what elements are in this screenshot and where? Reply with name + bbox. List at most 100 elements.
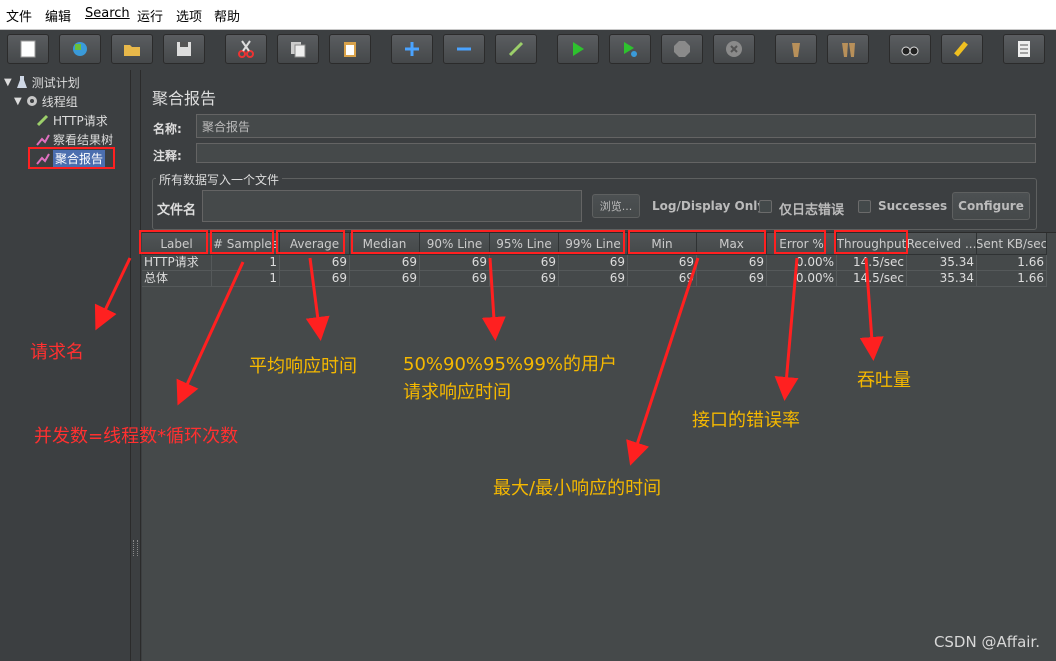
expand-icon: [405, 42, 419, 56]
table-cell: 69: [628, 255, 697, 271]
table-cell: 0.00%: [767, 255, 837, 271]
reset-search-button[interactable]: [941, 34, 983, 64]
successes-checkbox[interactable]: [858, 200, 871, 213]
table-cell: 1.66: [977, 271, 1047, 287]
toolbar: [0, 31, 1056, 68]
configure-button[interactable]: Configure: [952, 192, 1030, 220]
clear-all-button[interactable]: [827, 34, 869, 64]
page-title: 聚合报告: [152, 89, 217, 108]
highlight-min-max-columns: [628, 230, 766, 254]
highlight-tree-aggregate-report: [28, 147, 115, 169]
expand-arrow-icon[interactable]: ▼: [14, 96, 22, 107]
tree-node-view-results-tree[interactable]: 察看结果树: [36, 130, 113, 148]
menu-file[interactable]: 文件: [6, 6, 32, 25]
save-icon: [177, 42, 191, 56]
toggle-icon: [508, 41, 524, 57]
save-button[interactable]: [163, 34, 205, 64]
column-header-received[interactable]: Received ...: [907, 233, 977, 255]
expand-all-button[interactable]: [391, 34, 433, 64]
menu-options[interactable]: 选项: [176, 6, 202, 25]
start-no-pause-icon: [624, 42, 637, 57]
clear-icon: [792, 43, 800, 57]
annotation-average: 平均响应时间: [249, 356, 357, 377]
annotation-percentiles-1: 50%90%95%99%的用户: [403, 354, 618, 375]
tree-node-http-request[interactable]: HTTP请求: [36, 111, 108, 129]
clear-button[interactable]: [775, 34, 817, 64]
menu-help[interactable]: 帮助: [214, 6, 240, 25]
reset-search-icon: [954, 41, 968, 57]
expand-arrow-icon[interactable]: ▼: [4, 77, 12, 88]
watermark: CSDN @Affair.: [933, 633, 1040, 651]
cut-button[interactable]: [225, 34, 267, 64]
annotation-throughput: 吞吐量: [857, 370, 911, 391]
table-cell: 69: [280, 255, 350, 271]
table-cell: 69: [280, 271, 350, 287]
table-cell: 69: [559, 271, 628, 287]
column-header-sent[interactable]: Sent KB/sec: [977, 233, 1047, 255]
shutdown-button[interactable]: [713, 34, 755, 64]
search-button[interactable]: [889, 34, 931, 64]
menu-run[interactable]: 运行: [137, 6, 163, 25]
annotation-percentiles-2: 请求响应时间: [403, 382, 511, 403]
highlight-average-column: [276, 230, 345, 254]
results-table: Label # Samples Average Median 90% Line …: [142, 232, 1056, 661]
errors-checkbox[interactable]: [759, 200, 772, 213]
comment-label: 注释:: [153, 149, 182, 163]
name-field[interactable]: 聚合报告: [196, 114, 1036, 138]
collapse-all-button[interactable]: [443, 34, 485, 64]
table-cell: 69: [350, 255, 420, 271]
table-cell: 1: [212, 271, 280, 287]
new-icon: [20, 40, 36, 58]
menu-edit[interactable]: 编辑: [45, 6, 71, 25]
name-label: 名称:: [153, 122, 182, 136]
start-no-pause-button[interactable]: [609, 34, 651, 64]
table-cell: 69: [697, 255, 767, 271]
start-icon: [573, 42, 584, 56]
splitter-grip[interactable]: [133, 540, 138, 556]
tree-node-test-plan[interactable]: ▼ 测试计划: [4, 73, 80, 91]
table-cell: 69: [628, 271, 697, 287]
menu-search[interactable]: Search: [85, 6, 130, 21]
open-button[interactable]: [111, 34, 153, 64]
toggle-button[interactable]: [495, 34, 537, 64]
function-helper-button[interactable]: [1003, 34, 1045, 64]
table-cell: 69: [490, 271, 559, 287]
table-cell: 0.00%: [767, 271, 837, 287]
filename-field[interactable]: [202, 190, 582, 222]
table-cell: 14.5/sec: [837, 271, 907, 287]
stop-button[interactable]: [661, 34, 703, 64]
table-cell: 1: [212, 255, 280, 271]
tree-node-thread-group[interactable]: ▼ 线程组: [14, 92, 78, 110]
search-icon: [901, 46, 919, 56]
table-cell: 69: [350, 271, 420, 287]
table-cell: 69: [420, 271, 490, 287]
test-plan-icon: [16, 76, 27, 88]
table-cell: 1.66: [977, 255, 1047, 271]
paste-icon: [344, 42, 356, 57]
table-cell: HTTP请求: [142, 255, 212, 271]
gear-icon: [26, 96, 37, 106]
browse-button[interactable]: 浏览...: [592, 194, 640, 218]
stop-icon: [674, 41, 690, 57]
shutdown-icon: [726, 41, 742, 57]
templates-icon: [73, 42, 87, 56]
clear-all-icon: [842, 43, 855, 57]
cut-icon: [238, 40, 254, 58]
highlight-samples-column: [210, 230, 274, 254]
panel-splitter[interactable]: [131, 70, 141, 661]
annotation-min-max: 最大/最小响应的时间: [493, 478, 662, 499]
table-cell: 总体: [142, 271, 212, 287]
errors-checkbox-label: 仅日志错误: [779, 203, 845, 218]
filename-label: 文件名: [157, 203, 197, 218]
templates-button[interactable]: [59, 34, 101, 64]
table-cell: 69: [697, 271, 767, 287]
copy-icon: [291, 42, 306, 58]
start-button[interactable]: [557, 34, 599, 64]
comment-field[interactable]: [196, 143, 1036, 163]
annotation-error-rate: 接口的错误率: [692, 410, 800, 431]
successes-checkbox-label: Successes: [878, 199, 948, 213]
new-button[interactable]: [7, 34, 49, 64]
paste-button[interactable]: [329, 34, 371, 64]
file-group-title: 所有数据写入一个文件: [156, 171, 283, 188]
copy-button[interactable]: [277, 34, 319, 64]
